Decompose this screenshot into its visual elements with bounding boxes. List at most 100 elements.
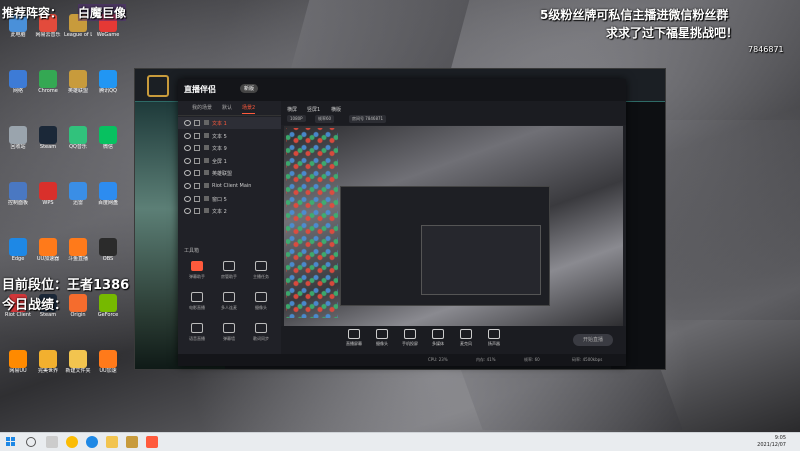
visibility-eye-icon[interactable] [184, 183, 191, 189]
desktop-icon[interactable]: OBS [94, 238, 122, 272]
toolbox-button[interactable]: 弹幕墙 [216, 323, 242, 345]
visibility-eye-icon[interactable] [184, 132, 191, 139]
lock-icon[interactable] [194, 195, 200, 202]
file-explorer-icon[interactable] [106, 436, 118, 448]
desktop-icon[interactable]: Chrome [34, 70, 62, 104]
lock-icon[interactable] [194, 120, 200, 126]
source-item[interactable]: 文本 2 [178, 205, 281, 217]
room-id: 7846871 [748, 45, 784, 54]
desktop-icon[interactable]: WPS [34, 182, 62, 216]
toolbox-button[interactable]: 摄像头 [248, 292, 274, 314]
tool-icon [255, 323, 267, 333]
tab-scene[interactable]: 场景2 [242, 104, 256, 114]
add-source-button[interactable]: 摄像头 [369, 329, 395, 347]
toolbox-button[interactable]: 多人连麦 [216, 292, 242, 314]
toolbox-title: 工具箱 [184, 248, 200, 254]
preview-desktop-icons [286, 128, 338, 318]
source-item[interactable]: 英雄联盟 [178, 167, 281, 179]
desktop-icon[interactable]: 完美世界 [34, 350, 62, 384]
tab-scene[interactable]: 默认 [222, 104, 232, 111]
stream-setting-chip[interactable]: 帧率60 [315, 115, 335, 123]
lock-icon[interactable] [194, 132, 200, 139]
desktop-icon[interactable]: Edge [4, 238, 32, 272]
lock-icon[interactable] [194, 170, 200, 177]
lock-icon[interactable] [194, 145, 200, 152]
desktop-icon[interactable]: Origin [64, 294, 92, 328]
layout-segment[interactable]: 竖屏1 [307, 106, 320, 113]
desktop-icon-label: 控制面板 [7, 200, 28, 206]
visibility-eye-icon[interactable] [184, 157, 191, 164]
edge-icon[interactable] [86, 436, 98, 448]
league-taskbar-icon[interactable] [126, 436, 138, 448]
desktop-icon[interactable]: 英雄联盟 [64, 70, 92, 104]
visibility-eye-icon[interactable] [184, 195, 191, 202]
visibility-eye-icon[interactable] [184, 145, 191, 152]
toolbox-button[interactable]: 主播任务 [248, 261, 274, 283]
source-item[interactable]: 文本 5 [178, 130, 281, 142]
desktop-icon-label: Edge [11, 256, 25, 262]
visibility-eye-icon[interactable] [184, 208, 191, 215]
source-item[interactable]: 文本 9 [178, 142, 281, 154]
desktop-icon[interactable]: 控制面板 [4, 182, 32, 216]
chrome-icon[interactable] [66, 436, 78, 448]
visibility-eye-icon[interactable] [184, 120, 191, 126]
desktop-icon[interactable]: UU加速 [94, 350, 122, 384]
layout-segment[interactable]: 横屏 [287, 106, 297, 113]
desktop-icon[interactable]: 网易UU [4, 350, 32, 384]
lock-icon[interactable] [194, 183, 200, 189]
desktop-icon[interactable]: 新建文件夹 [64, 350, 92, 384]
recommend-label: 推荐阵容： [2, 6, 63, 20]
toolbox-button[interactable]: 电影直播 [184, 292, 210, 314]
desktop-icon[interactable]: Steam [34, 126, 62, 160]
streaming-app-window[interactable]: 直播伴侣 新版 我的场景 默认 场景2 文本 1 文本 5 文本 9 全屏 1 英雄联盟 Ri… [178, 79, 626, 366]
source-button-bar: 开始直播 直播屏幕 摄像头 手机投屏 多媒体 麦克风 扬声器 [281, 326, 626, 354]
app-icon [99, 70, 117, 88]
tool-label: 语音直播 [189, 336, 205, 341]
visibility-eye-icon[interactable] [184, 170, 191, 177]
lock-icon[interactable] [194, 157, 200, 164]
desktop-icon[interactable]: 百度网盘 [94, 182, 122, 216]
add-source-label: 扬声器 [488, 341, 500, 346]
add-source-button[interactable]: 直播屏幕 [341, 329, 367, 347]
windows-start-icon[interactable] [6, 437, 16, 447]
system-clock[interactable]: 9:05 2021/12/07 [757, 435, 786, 449]
version-badge: 新版 [240, 84, 259, 93]
app-icon [69, 294, 87, 312]
desktop-icon[interactable]: 回收站 [4, 126, 32, 160]
toolbox-button[interactable]: 房管助手 [216, 261, 242, 283]
source-item[interactable]: 窗口 5 [178, 193, 281, 205]
desktop-icon[interactable]: 微信 [94, 126, 122, 160]
add-source-button[interactable]: 多媒体 [425, 329, 451, 347]
stream-setting-chip[interactable]: 房间号 7846871 [349, 115, 387, 123]
start-live-button[interactable]: 开始直播 [573, 334, 613, 346]
add-source-button[interactable]: 手机投屏 [397, 329, 423, 347]
source-name: 文本 5 [212, 133, 227, 140]
search-icon[interactable] [26, 437, 36, 447]
toolbox-button[interactable]: 歌词同步 [248, 323, 274, 345]
stream-setting-chip[interactable]: 1080P [287, 115, 306, 122]
desktop-icon-label: 百度网盘 [97, 200, 118, 206]
add-source-button[interactable]: 扬声器 [481, 329, 507, 347]
desktop-icon[interactable]: 网络 [4, 70, 32, 104]
desktop-icon[interactable]: 腾讯QQ [94, 70, 122, 104]
app-icon [9, 238, 27, 256]
source-item[interactable]: Riot Client Main [178, 180, 281, 192]
task-view-icon[interactable] [46, 436, 58, 448]
add-source-label: 摄像头 [376, 341, 388, 346]
lock-icon[interactable] [194, 208, 200, 215]
app-icon [69, 70, 87, 88]
tab-scene[interactable]: 我的场景 [192, 104, 212, 111]
desktop-icon[interactable]: 迅雷 [64, 182, 92, 216]
layout-segment[interactable]: 横版 [331, 106, 341, 113]
desktop-icon[interactable]: GeForce [94, 294, 122, 328]
source-item[interactable]: 文本 1 [178, 117, 281, 129]
desktop-icon[interactable]: QQ音乐 [64, 126, 92, 160]
desktop-icon[interactable]: UU加速器 [34, 238, 62, 272]
toolbox-button[interactable]: 弹幕助手 [184, 261, 210, 283]
toolbox-button[interactable]: 语音直播 [184, 323, 210, 345]
status-metric: CPU: 23% [428, 357, 448, 362]
add-source-button[interactable]: 麦克风 [453, 329, 479, 347]
source-item[interactable]: 全屏 1 [178, 155, 281, 167]
streaming-app-taskbar-icon[interactable] [146, 436, 158, 448]
desktop-icon[interactable]: 斗鱼直播 [64, 238, 92, 272]
